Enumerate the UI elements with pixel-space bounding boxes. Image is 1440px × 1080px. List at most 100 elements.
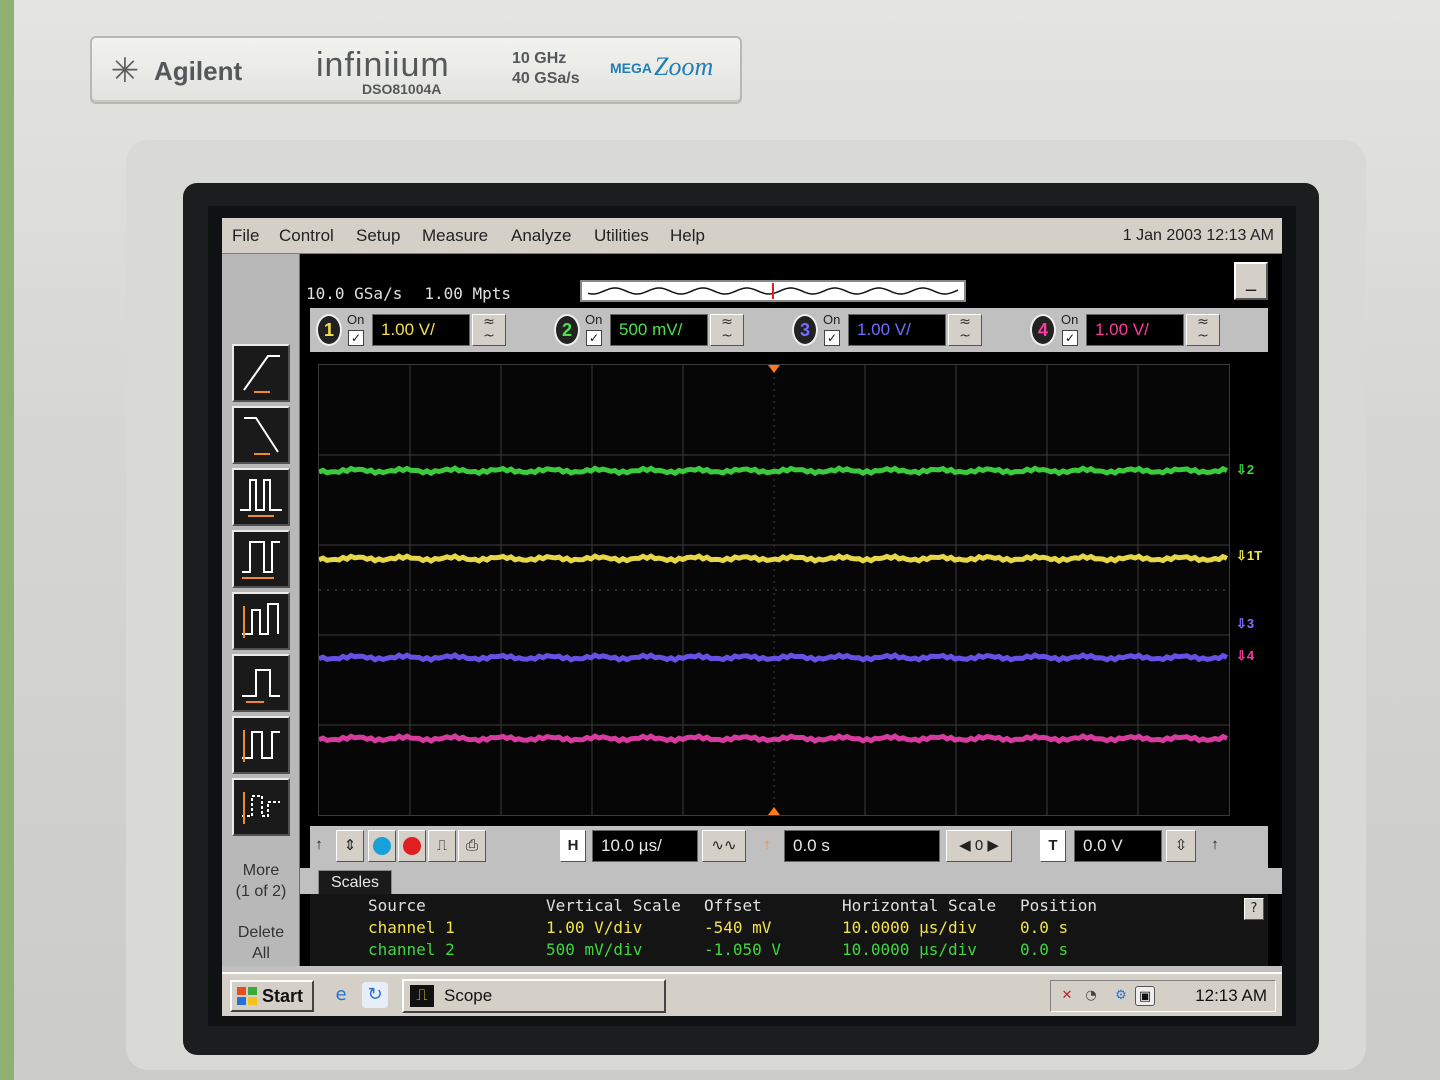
pulse-width-trigger-button[interactable]: [232, 530, 290, 588]
background-strip: [0, 0, 14, 1080]
trigger-time-marker-bottom: [768, 807, 780, 815]
channel-2-marker[interactable]: ⇩2: [1236, 462, 1254, 478]
main-display: 10.0 GSa/s 1.00 Mpts _ 1 On ✓ 1.00 V/ ≈ ~ …: [300, 254, 1282, 966]
connection-tray-icon[interactable]: ▣: [1135, 986, 1155, 1006]
channel-2-coupling-button[interactable]: ≈ ~: [710, 314, 744, 346]
channel-4-marker[interactable]: ⇩4: [1236, 648, 1254, 664]
row1-offset: -540 mV: [704, 918, 772, 937]
channel-2-number[interactable]: 2: [554, 314, 580, 346]
delete-button-label: Delete: [237, 924, 285, 941]
channel-4-coupling-button[interactable]: ≈ ~: [1186, 314, 1220, 346]
channel-bar: 1 On ✓ 1.00 V/ ≈ ~ 2 On ✓ 500 mV/ ≈ ~ 3 On…: [310, 308, 1268, 352]
channel-3-number[interactable]: 3: [792, 314, 818, 346]
taskbar: Start e ↻ ⎍ Scope ✕ ◔ ⚙ ▣ 12:13 AM: [222, 972, 1282, 1016]
channel-2-on-label: On: [585, 312, 603, 327]
waveform-area: [319, 365, 1229, 815]
trigger-level-field[interactable]: 0.0 V: [1074, 830, 1162, 862]
single-button[interactable]: ⎍: [428, 830, 456, 862]
menu-analyze[interactable]: Analyze: [511, 226, 571, 246]
horizontal-scale-field[interactable]: 10.0 µs/: [592, 830, 698, 862]
help-button[interactable]: ?: [1244, 898, 1264, 920]
waveform-overview-bar[interactable]: [580, 280, 966, 302]
taskbar-scope-item[interactable]: ⎍ Scope: [402, 979, 666, 1013]
channel-3-coupling-button[interactable]: ≈ ~: [948, 314, 982, 346]
edge-trigger-rising-button[interactable]: [232, 344, 290, 402]
menu-setup[interactable]: Setup: [356, 226, 400, 246]
row2-offset: -1.050 V: [704, 940, 782, 959]
channel-4-number[interactable]: 4: [1030, 314, 1056, 346]
channel-2-scale-field[interactable]: 500 mV/: [610, 314, 708, 346]
menu-help[interactable]: Help: [670, 226, 705, 246]
waveform-graticule[interactable]: [318, 364, 1230, 816]
runt-trigger-button[interactable]: [232, 592, 290, 650]
print-button[interactable]: ⎙: [458, 830, 486, 862]
channel-4-trace: [319, 733, 1229, 745]
expand-collapse-button[interactable]: ⇕: [336, 830, 364, 862]
channel-1-on-label: On: [347, 312, 365, 327]
volume-icon[interactable]: ◔: [1081, 986, 1101, 1006]
menu-utilities[interactable]: Utilities: [594, 226, 649, 246]
delay-field[interactable]: 0.0 s: [784, 830, 940, 862]
edge-trigger-falling-button[interactable]: [232, 406, 290, 464]
menu-measure[interactable]: Measure: [422, 226, 488, 246]
channel-1-marker[interactable]: ⇩1T: [1236, 548, 1262, 564]
channel-2-on-checkbox[interactable]: ✓: [586, 330, 602, 346]
stop-button[interactable]: [398, 830, 426, 862]
network-disconnected-icon[interactable]: ✕: [1057, 986, 1077, 1006]
system-tray: ✕ ◔ ⚙ ▣ 12:13 AM: [1050, 980, 1276, 1012]
control-bar: ↑ ⇕ ⎍ ⎙ H 10.0 µs/ ∿∿ ↑ 0.0 s ◀ 0 ▶ T 0.…: [310, 826, 1268, 868]
timeout-icon: [242, 792, 280, 824]
channel-1-coupling-button[interactable]: ≈ ~: [472, 314, 506, 346]
taskbar-clock: 12:13 AM: [1195, 986, 1267, 1005]
trigger-level-spinner[interactable]: ⇳: [1166, 830, 1196, 862]
model-name: infiniium: [316, 46, 450, 84]
channel-1-on-checkbox[interactable]: ✓: [348, 330, 364, 346]
channel-3-on-checkbox[interactable]: ✓: [824, 330, 840, 346]
settings-tray-icon[interactable]: ⚙: [1111, 986, 1131, 1006]
channel-3-marker[interactable]: ⇩3: [1236, 616, 1254, 632]
scales-panel: Source Vertical Scale Offset Horizontal …: [310, 894, 1268, 966]
channel-1-number[interactable]: 1: [316, 314, 342, 346]
channel-3-scale-field[interactable]: 1.00 V/: [848, 314, 946, 346]
menu-control[interactable]: Control: [279, 226, 334, 246]
more-button[interactable]: More (1 of 2): [228, 860, 294, 902]
timeout-trigger-button[interactable]: [232, 778, 290, 836]
setup-hold-trigger-button[interactable]: [232, 654, 290, 712]
up-arrow-icon[interactable]: ↑: [310, 830, 328, 862]
acquisition-info: 10.0 GSa/s 1.00 Mpts: [306, 284, 511, 303]
tab-bar: Scales: [300, 868, 1282, 896]
delete-button-label-2: All: [252, 945, 270, 962]
row1-horizontal-scale: 10.0000 µs/div: [842, 918, 977, 937]
tab-scales[interactable]: Scales: [318, 870, 392, 896]
sample-rate-readout: 10.0 GSa/s: [306, 284, 403, 303]
channel-4-on-checkbox[interactable]: ✓: [1062, 330, 1078, 346]
row2-horizontal-scale: 10.0000 µs/div: [842, 940, 977, 959]
falling-edge-icon: [244, 417, 279, 455]
transition-trigger-button[interactable]: [232, 716, 290, 774]
internet-explorer-icon[interactable]: e: [328, 982, 354, 1008]
trigger-up-arrow-icon[interactable]: ↑: [1206, 830, 1224, 862]
menu-file[interactable]: File: [232, 226, 259, 246]
channel-4-scale-field[interactable]: 1.00 V/: [1086, 314, 1184, 346]
run-button[interactable]: [368, 830, 396, 862]
start-button[interactable]: Start: [230, 980, 314, 1012]
horizontal-scale-spinner[interactable]: ∿∿: [702, 830, 746, 862]
row2-vertical-scale: 500 mV/div: [546, 940, 643, 959]
trigger-label: T: [1040, 830, 1066, 862]
model-number: DSO81004A: [362, 81, 442, 97]
channel-1-scale-field[interactable]: 1.00 V/: [372, 314, 470, 346]
delete-all-button[interactable]: Delete All: [228, 922, 294, 964]
minimize-button[interactable]: _: [1234, 262, 1268, 300]
row1-position: 0.0 s: [1020, 918, 1069, 937]
channel-4-on-label: On: [1061, 312, 1079, 327]
menu-bar: File Control Setup Measure Analyze Utili…: [222, 218, 1282, 254]
glitch-trigger-button[interactable]: [232, 468, 290, 526]
setup-hold-icon: [242, 669, 280, 703]
brand-name: Agilent: [154, 56, 243, 86]
row2-source: channel 2: [368, 940, 455, 959]
desktop-icon[interactable]: ↻: [362, 982, 388, 1008]
megazoom-prefix: MEGA: [610, 60, 652, 76]
channel-3-trace: [319, 652, 1229, 664]
delay-ref-selector[interactable]: ◀ 0 ▶: [946, 830, 1012, 862]
scales-header-vertical: Vertical Scale: [546, 896, 681, 915]
